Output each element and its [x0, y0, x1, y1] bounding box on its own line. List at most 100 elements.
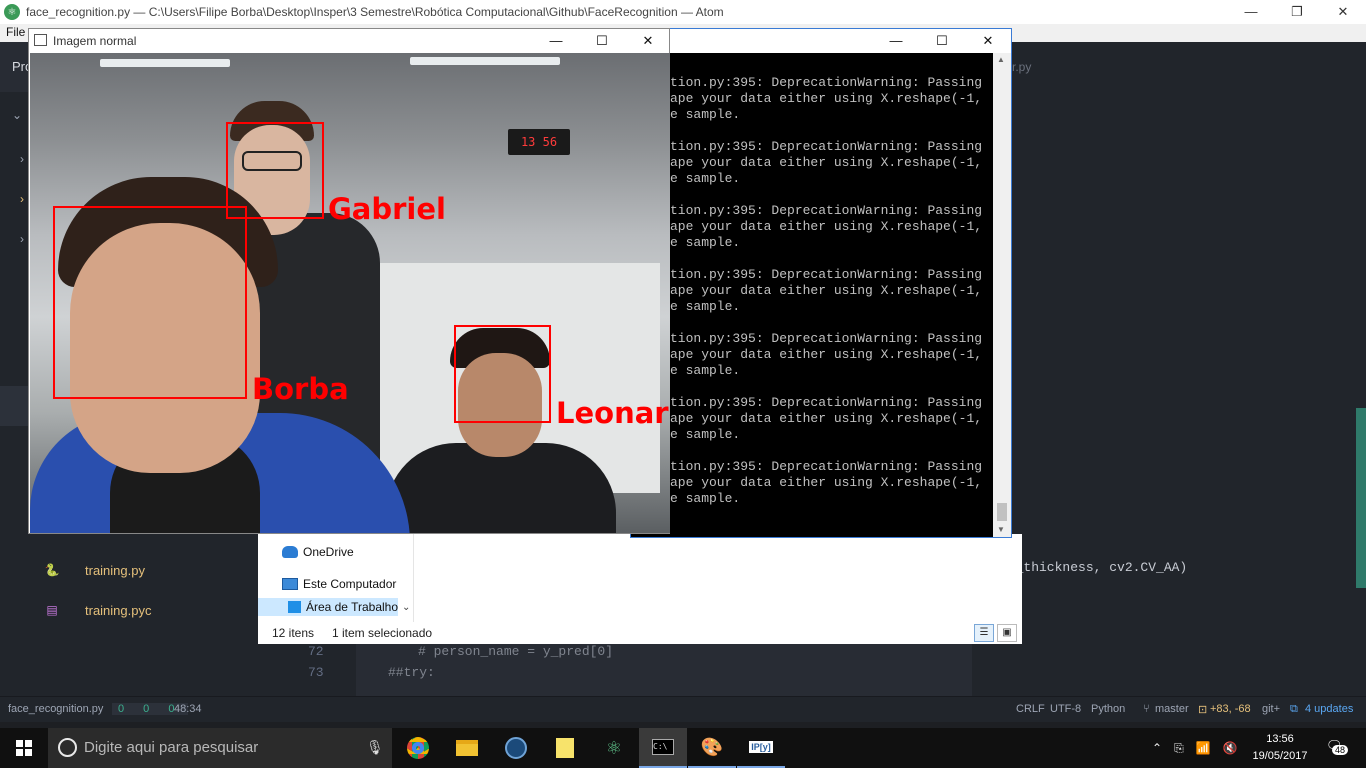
desktop-icon — [288, 601, 301, 613]
code-line-fragment[interactable]: nt_thickness, cv2.CV_AA) — [1000, 560, 1187, 575]
git-branch[interactable]: master — [1155, 703, 1189, 715]
selection-count: 1 item selecionado — [332, 626, 433, 640]
console-line: e sample. — [670, 491, 741, 506]
chevron-right-icon: › — [20, 232, 24, 246]
taskbar-clock[interactable]: 13:56 19/05/2017 — [1244, 731, 1316, 765]
atom-icon[interactable]: ⚛ — [590, 728, 638, 768]
console-line: e sample. — [670, 171, 741, 186]
system-tray: ⌃ ⎘ 📶 🔇 — [1152, 728, 1238, 768]
chevron-up-icon[interactable]: ⌃ — [1152, 741, 1162, 755]
tree-file-training-pyc[interactable]: ▤ training.pyc — [44, 600, 151, 620]
status-file-path[interactable]: face_recognition.py — [8, 703, 103, 715]
scroll-down-icon[interactable]: ⌄ — [402, 602, 410, 613]
large-icons-view-icon[interactable]: ▣ — [997, 624, 1017, 642]
nav-label: OneDrive — [303, 545, 354, 559]
ceiling-light — [410, 57, 560, 65]
notification-count: 48 — [1332, 745, 1349, 755]
file-encoding[interactable]: UTF-8 — [1050, 703, 1081, 715]
chrome-icon[interactable] — [394, 728, 442, 768]
code-line[interactable]: # person_name = y_pred[0] — [418, 642, 613, 662]
minimize-icon[interactable]: — — [873, 29, 919, 53]
wifi-icon[interactable]: 📶 — [1196, 741, 1211, 755]
volume-mute-icon[interactable]: 🔇 — [1223, 741, 1238, 755]
code-line[interactable]: ##try: — [388, 663, 435, 683]
close-icon[interactable]: ✕ — [965, 29, 1011, 53]
editor-scrollbar[interactable] — [1356, 408, 1366, 588]
item-count: 12 itens — [272, 626, 315, 640]
git-plus[interactable]: git+ — [1262, 703, 1280, 715]
nav-label: Área de Trabalho — [305, 600, 398, 614]
tab-project[interactable]: Pro — [0, 42, 32, 92]
window-icon — [34, 34, 47, 46]
tab-fragment[interactable]: r.py — [1012, 60, 1031, 74]
file-label: training.pyc — [85, 602, 152, 618]
nav-label: Este Computador — [303, 577, 397, 591]
face-label-gabriel: Gabriel — [328, 192, 446, 226]
scroll-down-icon[interactable]: ▼ — [997, 525, 1005, 534]
nav-item-onedrive[interactable]: OneDrive — [282, 543, 354, 561]
taskbar-search[interactable]: Digite aqui para pesquisar 🎙 — [48, 728, 392, 768]
git-diff-stats[interactable]: +83, -68 — [1210, 703, 1251, 715]
console-titlebar: — ☐ ✕ — [631, 29, 1011, 53]
branch-icon: ⑂ — [1143, 703, 1150, 715]
paint-icon[interactable]: 🎨 — [688, 728, 736, 768]
minimize-icon[interactable]: — — [1228, 0, 1274, 24]
file-explorer-icon[interactable] — [443, 728, 491, 768]
cortana-icon — [58, 738, 77, 757]
command-prompt-icon[interactable]: C:\ — [639, 728, 687, 768]
face-box-leonardo — [454, 325, 551, 423]
console-line: ape your data either using X.reshape(-1, — [670, 475, 983, 490]
package-updates[interactable]: 4 updates — [1305, 703, 1353, 715]
close-icon[interactable]: ✕ — [625, 29, 671, 53]
atom-titlebar: ⚛ face_recognition.py — C:\Users\Filipe … — [0, 0, 1366, 24]
close-icon[interactable]: ✕ — [1320, 0, 1366, 24]
console-line: tion.py:395: DeprecationWarning: Passing — [670, 331, 983, 346]
ipython-icon[interactable]: IP[y] — [737, 728, 785, 768]
scroll-thumb[interactable] — [997, 503, 1007, 521]
console-line: e sample. — [670, 235, 741, 250]
start-button[interactable] — [0, 728, 48, 768]
console-line: tion.py:395: DeprecationWarning: Passing — [670, 75, 983, 90]
atom-app-icon: ⚛ — [4, 4, 20, 20]
grammar-selector[interactable]: Python — [1091, 703, 1125, 715]
sticky-notes-icon[interactable] — [541, 728, 589, 768]
webcam-window: Imagem normal — ☐ ✕ 13 56 Gabriel Borba … — [28, 28, 670, 534]
windows-taskbar: Digite aqui para pesquisar 🎙 ⚛ C:\ 🎨 IP[… — [0, 728, 1366, 768]
python-icon: 🐍 — [44, 563, 60, 577]
steam-icon[interactable] — [492, 728, 540, 768]
console-line: ape your data either using X.reshape(-1, — [670, 91, 983, 106]
tree-selected-row[interactable] — [0, 386, 30, 426]
console-line: tion.py:395: DeprecationWarning: Passing — [670, 267, 983, 282]
minimize-icon[interactable]: — — [533, 29, 579, 53]
microphone-icon[interactable]: 🎙 — [366, 739, 384, 756]
notification-center-icon[interactable]: 🗨 48 — [1326, 738, 1349, 758]
cursor-position[interactable]: 48:34 — [174, 703, 202, 715]
console-line: tion.py:395: DeprecationWarning: Passing — [670, 139, 983, 154]
face-box-gabriel — [226, 122, 324, 219]
maximize-icon[interactable]: ☐ — [579, 29, 625, 53]
menu-file[interactable]: File — [6, 25, 25, 39]
console-line: e sample. — [670, 363, 741, 378]
console-line: tion.py:395: DeprecationWarning: Passing — [670, 395, 983, 410]
line-ending[interactable]: CRLF — [1016, 703, 1045, 715]
nav-item-desktop[interactable]: Área de Trabalho — [258, 598, 398, 616]
windows-logo-icon — [16, 740, 32, 756]
nav-item-this-pc[interactable]: Este Computador — [282, 575, 396, 593]
console-line: e sample. — [670, 107, 741, 122]
webcam-titlebar: Imagem normal — ☐ ✕ — [29, 29, 669, 53]
maximize-icon[interactable]: ☐ — [919, 29, 965, 53]
binary-file-icon: ▤ — [46, 603, 58, 617]
face-label-leonardo: Leonardo — [556, 396, 670, 430]
network-icon[interactable]: ⎘ — [1174, 741, 1184, 756]
details-view-icon[interactable]: ☰ — [974, 624, 994, 642]
console-scrollbar[interactable]: ▲ ▼ — [993, 53, 1011, 537]
restore-icon[interactable]: ❐ — [1274, 0, 1320, 24]
wall-clock: 13 56 — [508, 129, 570, 155]
scroll-up-icon[interactable]: ▲ — [997, 55, 1005, 64]
git-diff-icon: ⊡ — [1198, 704, 1208, 716]
tree-file-training-py[interactable]: 🐍 training.py — [44, 560, 145, 580]
